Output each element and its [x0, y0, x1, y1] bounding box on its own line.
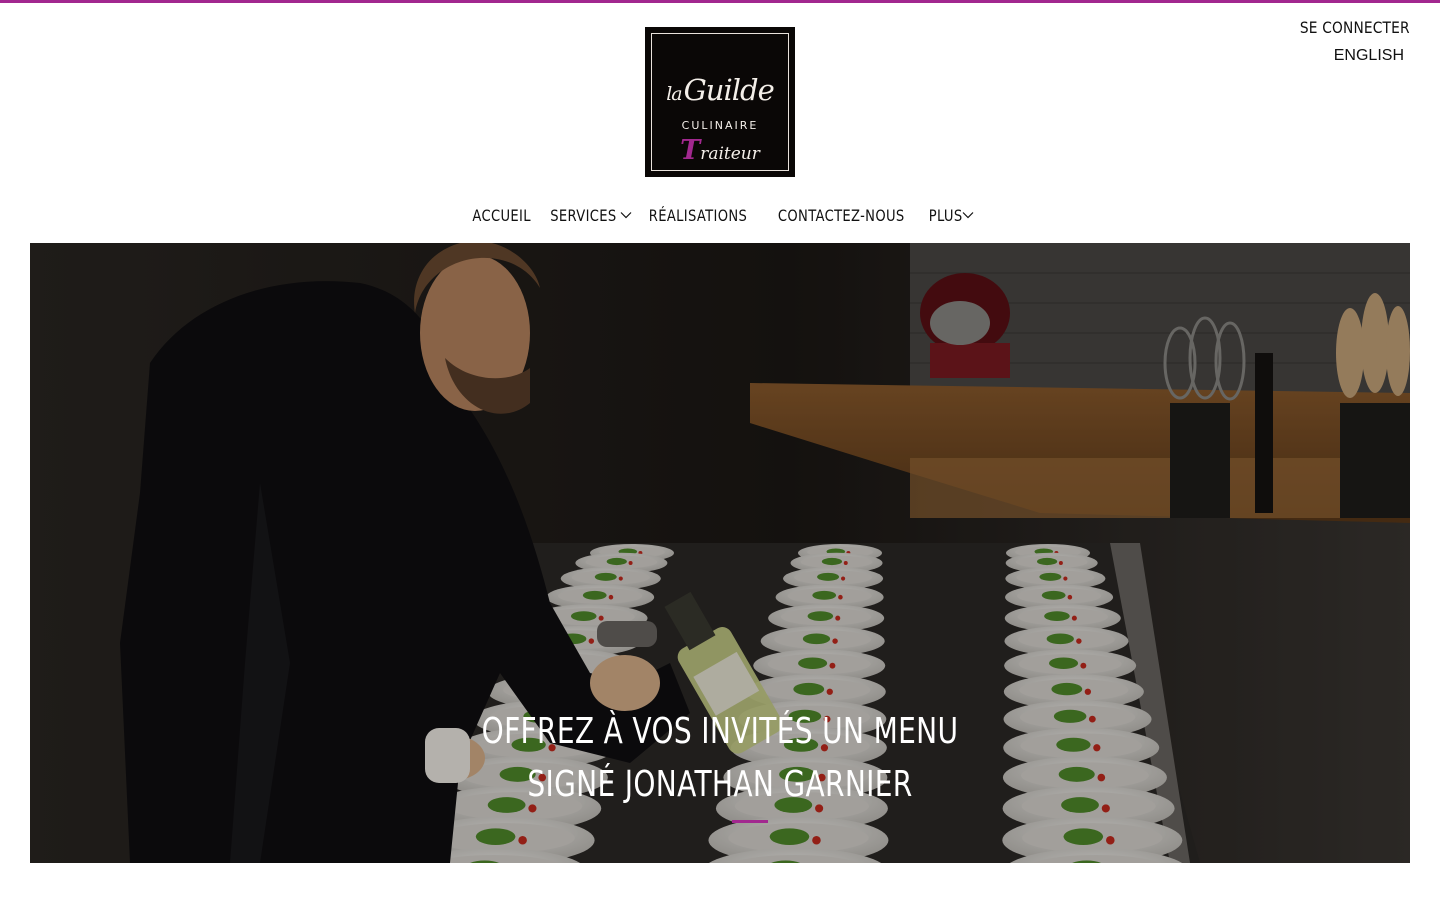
hero-title-line-2: SIGNÉ JONATHAN GARNIER: [527, 764, 913, 805]
nav-item-label: ACCUEIL: [472, 205, 531, 225]
top-accent-bar: [0, 0, 1440, 3]
logo-tagline: Traiteur: [680, 135, 760, 166]
chevron-down-icon: [962, 212, 974, 219]
nav-item-label: CONTACTEZ-NOUS: [778, 205, 905, 225]
nav-item-label: SERVICES: [550, 205, 617, 225]
nav-item-services[interactable]: SERVICES: [543, 206, 632, 225]
main-navigation: ACCUEIL SERVICES RÉALISATIONS CONTACTEZ-…: [0, 200, 1440, 230]
login-link[interactable]: SE CONNECTER: [1300, 16, 1410, 40]
hero-title-line-1: OFFREZ À VOS INVITÉS UN MENU: [481, 711, 959, 752]
account-links: SE CONNECTER ENGLISH: [1282, 16, 1410, 66]
chevron-down-icon: [620, 212, 632, 219]
nav-item-accueil[interactable]: ACCUEIL: [466, 206, 537, 225]
nav-item-label: RÉALISATIONS: [648, 205, 748, 225]
nav-item-label: PLUS: [928, 205, 963, 225]
site-logo[interactable]: laGuilde CULINAIRE Traiteur: [645, 27, 795, 177]
logo-subtitle: CULINAIRE: [681, 119, 759, 132]
nav-item-contactez-nous[interactable]: CONTACTEZ-NOUS: [764, 206, 918, 225]
nav-item-plus[interactable]: PLUS: [925, 206, 974, 225]
hero-title-underline: [732, 820, 768, 823]
hero-banner: OFFREZ À VOS INVITÉS UN MENU SIGNÉ JONAT…: [30, 243, 1410, 863]
logo-wordmark: laGuilde: [666, 73, 775, 107]
hero-title: OFFREZ À VOS INVITÉS UN MENU SIGNÉ JONAT…: [30, 705, 1410, 811]
nav-item-realisations[interactable]: RÉALISATIONS: [638, 206, 758, 225]
language-switch-link[interactable]: ENGLISH: [1282, 46, 1404, 66]
